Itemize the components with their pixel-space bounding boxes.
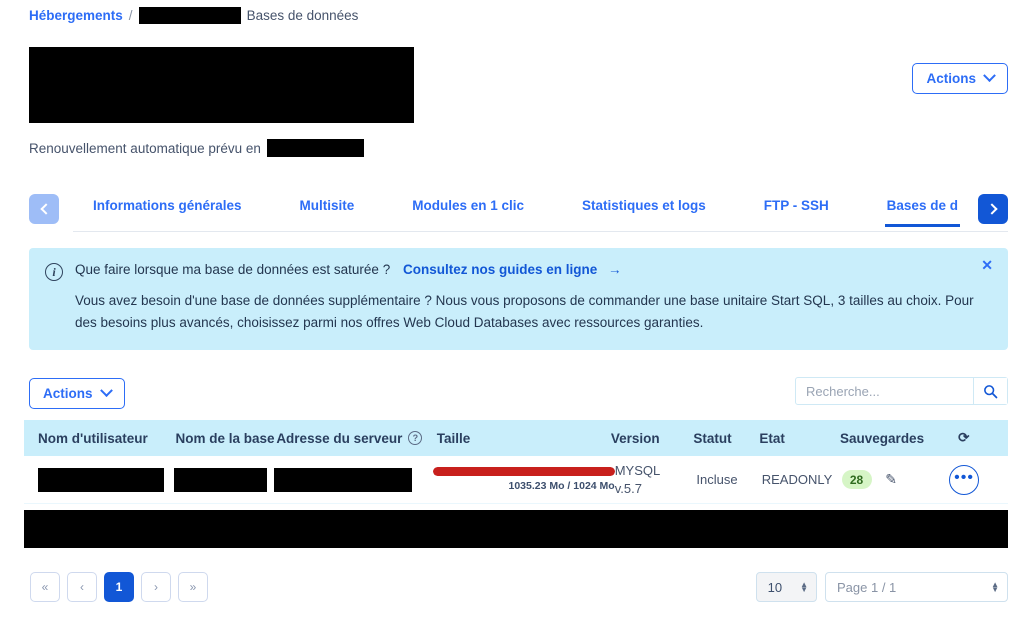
tabs-scroll-left-button[interactable] [29,194,59,224]
cell-backups: 28 ✎ [841,470,935,489]
table-row-redacted [24,510,1008,548]
actions-button-top-label: Actions [926,71,976,86]
breadcrumb: Hébergements / Bases de données [29,7,358,24]
cell-actions: ••• [934,464,994,495]
tab-modules-en-1-clic[interactable]: Modules en 1 clic [410,194,526,224]
column-header-backups: Sauvegardes [840,430,925,446]
tabs-scroll-right-button[interactable] [978,194,1008,224]
search-input[interactable] [796,378,974,404]
chevron-right-icon [985,203,998,215]
tab-ftp-ssh[interactable]: FTP - SSH [762,194,831,224]
actions-button-top[interactable]: Actions [912,63,1008,94]
info-banner-heading-row: Que faire lorsque ma base de données est… [75,262,622,277]
renewal-date-redacted [266,139,364,157]
column-header-server-label: Adresse du serveur [276,430,403,446]
pagination-prev-button[interactable]: ‹ [67,572,97,602]
breadcrumb-root-link[interactable]: Hébergements [29,8,123,23]
chevron-down-icon [99,384,113,398]
pagination-controls: 10 ▲ ▼ Page 1 / 1 ▲ ▼ [755,572,1008,602]
chevron-down-icon [983,69,996,83]
version-number: v.5.7 [614,480,642,496]
renewal-notice: Renouvellement automatique prévu en [29,139,364,157]
user-redacted [38,467,164,492]
edit-icon[interactable]: ✎ [885,471,897,487]
pagination-next-button[interactable]: › [141,572,171,602]
info-banner: i Que faire lorsque ma base de données e… [29,248,1008,350]
tab-list: Informations générales Multisite Modules… [73,194,978,232]
column-header-size: Taille [436,430,471,446]
tab-informations-generales[interactable]: Informations générales [91,194,244,224]
arrow-right-icon: → [608,262,622,277]
search-box [795,377,1008,405]
column-header-base: Nom de la base [175,430,275,446]
info-banner-link[interactable]: Consultez nos guides en ligne [403,262,597,277]
chevron-left-icon [39,203,52,215]
cell-version: MYSQL v.5.7 [615,462,697,496]
cell-etat: READONLY [761,472,833,487]
databases-table: Nom d'utilisateur Nom de la base Adresse… [24,420,1008,504]
search-icon [984,384,998,398]
renewal-label: Renouvellement automatique prévu en [29,140,261,156]
cell-statut: Incluse [696,472,738,487]
column-header-version: Version [610,430,660,446]
row-menu-button[interactable]: ••• [949,464,980,495]
size-usage: 1035.23 Mo / 1024 Mo [432,467,615,492]
table-header-row: Nom d'utilisateur Nom de la base Adresse… [24,420,1008,456]
pagination-page-1[interactable]: 1 [104,572,134,602]
tab-bar: Informations générales Multisite Modules… [29,194,1008,232]
cell-server [273,467,433,492]
column-header-server: Adresse du serveur ? [276,431,436,446]
page-size-value: 10 [767,579,783,595]
page-title-redacted [29,47,414,123]
column-header-user: Nom d'utilisateur [38,430,148,446]
size-progress-bar [432,467,615,476]
tab-statistiques-et-logs[interactable]: Statistiques et logs [580,194,708,224]
version-engine: MYSQL [614,463,661,479]
spinner-icon: ▲ ▼ [991,580,999,594]
info-banner-body: Vous avez besoin d'une base de données s… [75,293,974,330]
column-header-statut: Statut [693,430,732,446]
tab-multisite[interactable]: Multisite [298,194,357,224]
page-indicator-select[interactable]: Page 1 / 1 ▲ ▼ [825,572,1008,602]
cell-base [174,467,274,492]
help-icon[interactable]: ? [408,431,423,445]
base-redacted [174,467,268,492]
close-icon[interactable]: ✕ [976,255,998,276]
info-banner-heading: Que faire lorsque ma base de données est… [75,262,391,277]
refresh-icon[interactable]: ⟳ [934,430,995,446]
column-header-etat: Etat [759,430,785,446]
page-size-select[interactable]: 10 ▲ ▼ [755,572,817,602]
info-banner-top: i Que faire lorsque ma base de données e… [45,262,992,281]
pagination: « ‹ 1 › » [30,572,208,602]
info-circle-icon: i [45,263,63,281]
pagination-last-button[interactable]: » [178,572,208,602]
size-label: 1035.23 Mo / 1024 Mo [508,480,615,492]
breadcrumb-redacted-item [138,7,241,24]
backups-badge: 28 [841,470,872,489]
server-redacted [273,467,412,492]
search-button[interactable] [973,378,1007,404]
breadcrumb-current: Bases de données [246,8,359,23]
page-indicator-value: Page 1 / 1 [837,579,897,595]
table-row: 1035.23 Mo / 1024 Mo MYSQL v.5.7 Incluse… [24,456,1008,504]
spinner-icon: ▲ ▼ [800,580,808,594]
cell-size: 1035.23 Mo / 1024 Mo [432,467,615,492]
cell-user [38,467,174,492]
actions-button-table[interactable]: Actions [29,378,125,409]
breadcrumb-separator: / [128,8,133,23]
actions-button-table-label: Actions [43,386,93,401]
pagination-first-button[interactable]: « [30,572,60,602]
tab-bases-de-donnees[interactable]: Bases de d [884,194,960,227]
